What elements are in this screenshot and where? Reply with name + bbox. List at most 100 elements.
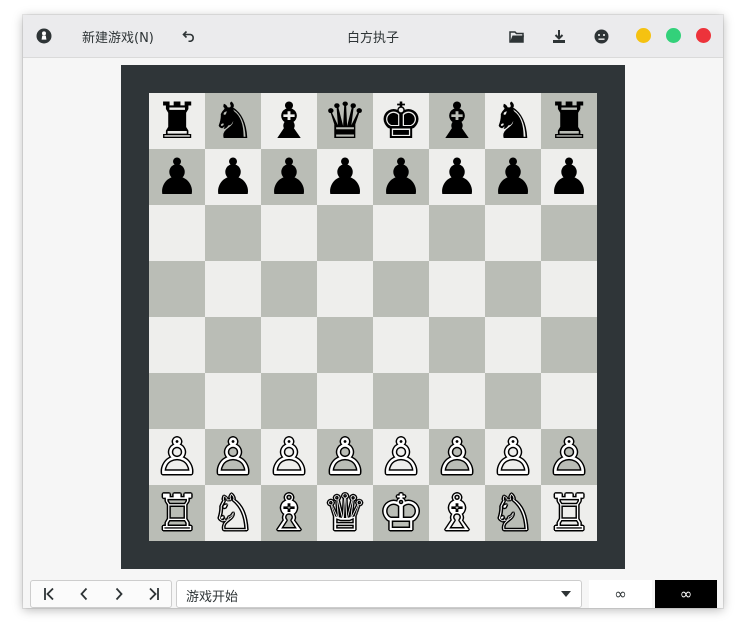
square-a6[interactable] [149, 205, 205, 261]
white-piece[interactable]: ♕ [323, 485, 368, 541]
square-d7[interactable]: ♟ [317, 149, 373, 205]
white-piece[interactable]: ♙ [491, 429, 536, 485]
square-d6[interactable] [317, 205, 373, 261]
chess-board[interactable]: ♜ ♞ ♝ ♛ ♚ ♝ ♞ ♜ ♟ ♟ ♟ ♟ ♟ ♟ ♟ ♟ ♙ ♙ ♙ ♙ ♙ ♙ ♙ ♙ ♖ ♘ ♗ ♕ ♔ ♗ ♘ ♖ [149, 93, 597, 541]
square-b6[interactable] [205, 205, 261, 261]
square-a8[interactable]: ♜ [149, 93, 205, 149]
black-piece[interactable]: ♟ [435, 149, 480, 205]
square-b7[interactable]: ♟ [205, 149, 261, 205]
claim-draw-button[interactable] [590, 24, 612, 48]
black-piece[interactable]: ♞ [211, 93, 256, 149]
move-history-dropdown[interactable]: 游戏开始 [176, 580, 582, 608]
square-c2[interactable]: ♙ [261, 429, 317, 485]
square-c8[interactable]: ♝ [261, 93, 317, 149]
square-c3[interactable] [261, 373, 317, 429]
save-game-button[interactable] [548, 24, 570, 48]
square-f7[interactable]: ♟ [429, 149, 485, 205]
square-c7[interactable]: ♟ [261, 149, 317, 205]
black-piece[interactable]: ♛ [323, 93, 368, 149]
square-b4[interactable] [205, 317, 261, 373]
square-g6[interactable] [485, 205, 541, 261]
black-piece[interactable]: ♝ [435, 93, 480, 149]
black-piece[interactable]: ♞ [491, 93, 536, 149]
previous-move-button[interactable] [66, 581, 101, 607]
maximize-button[interactable] [666, 28, 681, 43]
square-b8[interactable]: ♞ [205, 93, 261, 149]
square-g2[interactable]: ♙ [485, 429, 541, 485]
black-piece[interactable]: ♜ [547, 93, 592, 149]
square-h4[interactable] [541, 317, 597, 373]
square-d3[interactable] [317, 373, 373, 429]
last-move-button[interactable] [136, 581, 171, 607]
white-piece[interactable]: ♗ [435, 485, 480, 541]
white-piece[interactable]: ♘ [491, 485, 536, 541]
square-g5[interactable] [485, 261, 541, 317]
square-b1[interactable]: ♘ [205, 485, 261, 541]
square-g4[interactable] [485, 317, 541, 373]
black-piece[interactable]: ♟ [323, 149, 368, 205]
square-h2[interactable]: ♙ [541, 429, 597, 485]
white-piece[interactable]: ♔ [379, 485, 424, 541]
white-piece[interactable]: ♖ [547, 485, 592, 541]
black-piece[interactable]: ♟ [491, 149, 536, 205]
square-a1[interactable]: ♖ [149, 485, 205, 541]
square-d1[interactable]: ♕ [317, 485, 373, 541]
square-e2[interactable]: ♙ [373, 429, 429, 485]
white-piece[interactable]: ♗ [267, 485, 312, 541]
black-piece[interactable]: ♟ [379, 149, 424, 205]
square-g8[interactable]: ♞ [485, 93, 541, 149]
square-f4[interactable] [429, 317, 485, 373]
open-game-button[interactable] [506, 24, 528, 48]
black-piece[interactable]: ♚ [379, 93, 424, 149]
square-f1[interactable]: ♗ [429, 485, 485, 541]
white-piece[interactable]: ♙ [267, 429, 312, 485]
black-piece[interactable]: ♜ [155, 93, 200, 149]
next-move-button[interactable] [101, 581, 136, 607]
square-b5[interactable] [205, 261, 261, 317]
square-g3[interactable] [485, 373, 541, 429]
square-g1[interactable]: ♘ [485, 485, 541, 541]
square-d2[interactable]: ♙ [317, 429, 373, 485]
square-e7[interactable]: ♟ [373, 149, 429, 205]
square-c1[interactable]: ♗ [261, 485, 317, 541]
square-a3[interactable] [149, 373, 205, 429]
square-e5[interactable] [373, 261, 429, 317]
black-piece[interactable]: ♟ [211, 149, 256, 205]
square-b3[interactable] [205, 373, 261, 429]
square-h1[interactable]: ♖ [541, 485, 597, 541]
white-piece[interactable]: ♘ [211, 485, 256, 541]
white-piece[interactable]: ♙ [379, 429, 424, 485]
square-h6[interactable] [541, 205, 597, 261]
square-a4[interactable] [149, 317, 205, 373]
white-piece[interactable]: ♙ [435, 429, 480, 485]
square-a2[interactable]: ♙ [149, 429, 205, 485]
square-e1[interactable]: ♔ [373, 485, 429, 541]
square-f5[interactable] [429, 261, 485, 317]
square-b2[interactable]: ♙ [205, 429, 261, 485]
black-piece[interactable]: ♟ [547, 149, 592, 205]
white-piece[interactable]: ♙ [547, 429, 592, 485]
square-e3[interactable] [373, 373, 429, 429]
square-e8[interactable]: ♚ [373, 93, 429, 149]
square-f8[interactable]: ♝ [429, 93, 485, 149]
square-h8[interactable]: ♜ [541, 93, 597, 149]
white-piece[interactable]: ♙ [211, 429, 256, 485]
black-piece[interactable]: ♟ [155, 149, 200, 205]
square-e4[interactable] [373, 317, 429, 373]
white-piece[interactable]: ♙ [155, 429, 200, 485]
black-piece[interactable]: ♝ [267, 93, 312, 149]
square-f6[interactable] [429, 205, 485, 261]
square-d5[interactable] [317, 261, 373, 317]
square-e6[interactable] [373, 205, 429, 261]
white-piece[interactable]: ♙ [323, 429, 368, 485]
square-a5[interactable] [149, 261, 205, 317]
white-piece[interactable]: ♖ [155, 485, 200, 541]
square-g7[interactable]: ♟ [485, 149, 541, 205]
first-move-button[interactable] [31, 581, 66, 607]
square-f3[interactable] [429, 373, 485, 429]
black-piece[interactable]: ♟ [267, 149, 312, 205]
square-c6[interactable] [261, 205, 317, 261]
square-h7[interactable]: ♟ [541, 149, 597, 205]
close-button[interactable] [696, 28, 711, 43]
square-c5[interactable] [261, 261, 317, 317]
